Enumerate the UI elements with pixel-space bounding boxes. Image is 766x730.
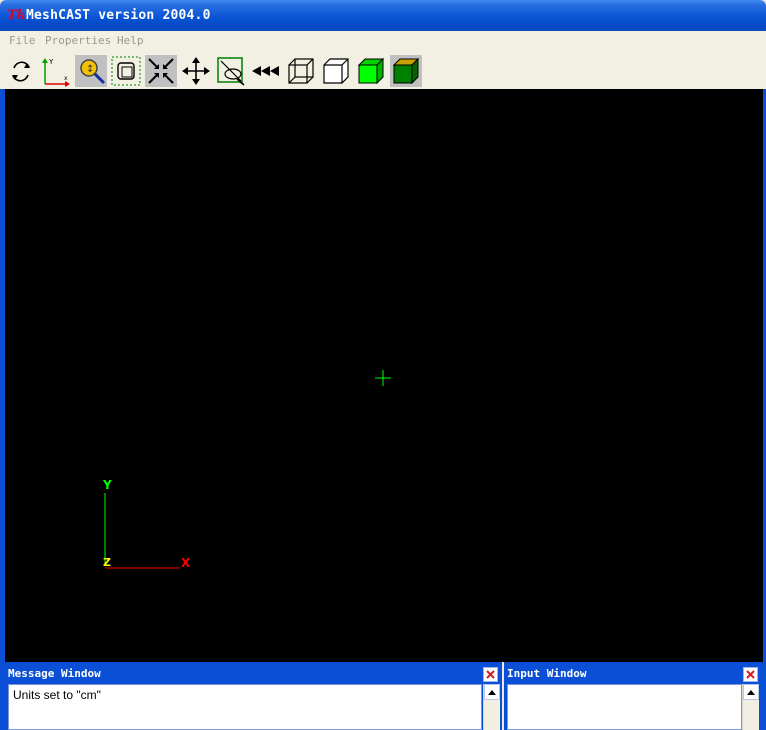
message-window: Message Window Units set to "cm" — [5, 662, 502, 730]
pan-icon — [182, 57, 210, 85]
svg-text:x: x — [64, 75, 68, 82]
hidden-line-button[interactable] — [320, 55, 352, 87]
menu-properties[interactable]: Properties — [45, 34, 111, 47]
message-text: Units set to "cm" — [13, 688, 101, 702]
scroll-up-button[interactable] — [484, 684, 500, 700]
title-bar[interactable]: Tk MeshCAST version 2004.0 — [0, 0, 766, 31]
zoom-icon: ↕ — [80, 59, 106, 85]
window-title: MeshCAST version 2004.0 — [26, 8, 211, 23]
shaded-lit-cube-icon — [392, 57, 420, 85]
axes-icon: Y x — [42, 58, 70, 87]
rewind-icon — [252, 66, 279, 76]
pick-icon — [217, 57, 245, 86]
shaded-lit-button[interactable] — [390, 55, 422, 87]
input-window: Input Window — [504, 662, 763, 730]
shaded-button[interactable] — [355, 55, 387, 87]
menu-file[interactable]: File — [9, 34, 36, 47]
zoom-box-icon — [111, 56, 141, 86]
pan-button[interactable] — [180, 55, 212, 87]
wireframe-button[interactable] — [285, 55, 317, 87]
rewind-button[interactable] — [250, 55, 282, 87]
z-axis-label: Z — [103, 556, 111, 569]
fit-to-window-button[interactable] — [145, 55, 177, 87]
message-window-body[interactable]: Units set to "cm" — [8, 684, 482, 730]
zoom-box-button[interactable] — [110, 55, 142, 87]
rotate-button[interactable] — [5, 55, 37, 87]
message-window-title: Message Window — [8, 667, 101, 680]
input-window-scrollbar[interactable] — [742, 684, 759, 730]
hidden-line-cube-icon — [323, 58, 349, 84]
svg-text:↕: ↕ — [86, 64, 94, 75]
tk-logo-icon: Tk — [7, 8, 26, 23]
y-axis-label: Y — [103, 478, 112, 492]
menu-bar: File Properties Help — [0, 31, 766, 52]
graphics-viewport[interactable]: Y Z X — [5, 89, 763, 662]
wireframe-cube-icon — [288, 58, 314, 84]
shaded-cube-icon — [357, 57, 385, 85]
input-window-body[interactable] — [507, 684, 742, 730]
close-icon — [744, 668, 757, 681]
fit-to-window-icon — [148, 58, 174, 84]
scroll-up-button[interactable] — [743, 684, 759, 700]
message-window-scrollbar[interactable] — [483, 684, 500, 730]
axes-button[interactable]: Y x — [40, 55, 72, 87]
x-axis-label: X — [181, 556, 191, 570]
input-window-close-button[interactable] — [743, 667, 758, 682]
rotate-icon — [12, 61, 30, 82]
message-window-close-button[interactable] — [483, 667, 498, 682]
viewport-drawing — [104, 370, 391, 569]
pick-button[interactable] — [215, 55, 247, 87]
input-window-title: Input Window — [507, 667, 587, 680]
zoom-button[interactable]: ↕ — [75, 55, 107, 87]
toolbar: Y x ↕ — [0, 51, 766, 89]
menu-help[interactable]: Help — [117, 34, 144, 47]
triangle-up-icon — [747, 690, 755, 695]
svg-text:Y: Y — [48, 58, 54, 66]
triangle-up-icon — [488, 690, 496, 695]
close-icon — [484, 668, 497, 681]
